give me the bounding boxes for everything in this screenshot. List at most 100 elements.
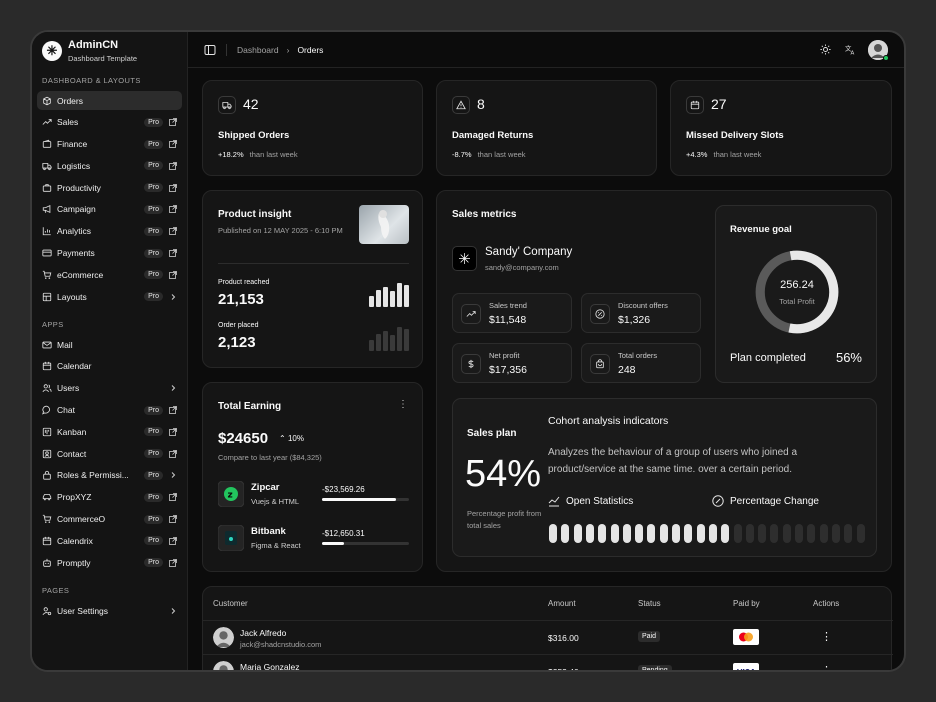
sidebar-item-layouts[interactable]: Layouts Pro (37, 287, 182, 306)
sidebar-item-orders[interactable]: Orders (37, 91, 182, 110)
car-icon (42, 492, 52, 502)
revenue-goal-panel: Revenue goal 256.24 Total Profit Plan co… (715, 205, 877, 383)
chevron-right-icon (169, 384, 177, 392)
earning-item[interactable]: Bitbank Figma & React -$12,650.31 (217, 523, 409, 553)
sidebar-item-contact[interactable]: Contact Pro (37, 444, 182, 463)
stat-card: 8 Damaged Returns -8.7% than last week (436, 80, 657, 176)
dollar-icon (461, 354, 481, 374)
placed-value: 2,123 (218, 334, 256, 351)
progress-pill (585, 524, 594, 543)
metric-tile[interactable]: Net profit $17,356 (452, 343, 572, 383)
column-header[interactable]: Customer (213, 599, 248, 608)
brand[interactable]: ✳ AdminCN Dashboard Template (32, 32, 187, 70)
sidebar-item-finance[interactable]: Finance Pro (37, 135, 182, 154)
theme-toggle-icon[interactable] (820, 44, 831, 55)
sidebar-toggle-icon[interactable] (204, 44, 216, 56)
stat-value: 8 (477, 96, 485, 112)
more-options-icon[interactable]: ⋮ (398, 399, 408, 410)
stat-delta-value: +18.2% (218, 150, 244, 159)
sidebar-item-ecommerce[interactable]: eCommerce Pro (37, 265, 182, 284)
sidebar-item-analytics[interactable]: Analytics Pro (37, 222, 182, 241)
sidebar-item-kanban[interactable]: Kanban Pro (37, 422, 182, 441)
reached-label: Product reached (218, 279, 270, 286)
chevron-right-icon (169, 607, 177, 615)
pro-badge: Pro (144, 204, 163, 214)
row-actions-icon[interactable]: ⋮ (821, 664, 832, 670)
external-link-icon (169, 118, 177, 127)
percentage-change[interactable]: Percentage Change (712, 495, 819, 507)
brand-subtitle: Dashboard Template (68, 54, 138, 63)
metric-label: Discount offers (618, 301, 668, 310)
mail-icon (42, 340, 52, 350)
sidebar-item-mail[interactable]: Mail (37, 335, 182, 354)
row-actions-icon[interactable]: ⋮ (821, 630, 832, 643)
sidebar-item-label: Promptly (57, 557, 91, 568)
progress-pill (549, 524, 557, 543)
sidebar-item-users[interactable]: Users (37, 379, 182, 398)
svg-text:z: z (228, 491, 233, 501)
metric-tile[interactable]: Total orders 248 (581, 343, 701, 383)
earning-amount: $24650 (218, 430, 269, 447)
lock-icon (42, 470, 52, 481)
sidebar-item-calendrix[interactable]: Calendrix Pro (37, 531, 182, 550)
sidebar-item-sales[interactable]: Sales Pro (37, 113, 182, 132)
company-name: Sandy' Company (485, 246, 573, 258)
progress-pill (561, 524, 570, 543)
metric-tile[interactable]: Discount offers $1,326 (581, 293, 701, 333)
sidebar-item-roles-permissi[interactable]: Roles & Permissi... Pro (37, 466, 182, 485)
progress-pill (635, 524, 644, 543)
sidebar-item-promptly[interactable]: Promptly Pro (37, 553, 182, 572)
progress-pill (758, 524, 767, 543)
stat-label: Shipped Orders (218, 130, 290, 141)
sidebar-item-productivity[interactable]: Productivity Pro (37, 178, 182, 197)
progress-pill (622, 524, 631, 543)
sidebar-item-calendar[interactable]: Calendar (37, 357, 182, 376)
apps-nav: Mail Calendar Users Chat Pro Kanban Pro Contact… (32, 335, 187, 572)
sidebar-item-label: Chat (57, 405, 75, 416)
contact-icon (42, 449, 52, 459)
brand-name: AdminCN (68, 39, 119, 51)
earning-item[interactable]: z Zipcar Vuejs & HTML -$23,569.26 (217, 479, 409, 509)
arrow-up-icon: ⌃ (279, 434, 288, 443)
table-row[interactable]: Jack Alfredo jack@shadcnstudio.com $316.00… (203, 621, 893, 655)
sidebar-item-label: CommerceO (57, 514, 106, 525)
sidebar-item-label: eCommerce (57, 269, 104, 280)
external-link-icon (169, 227, 177, 236)
stat-delta-value: -8.7% (452, 150, 472, 159)
amount-cell: $316.00 (548, 633, 579, 643)
language-icon[interactable]: 文A (845, 44, 856, 55)
sidebar-item-commerceo[interactable]: CommerceO Pro (37, 510, 182, 529)
company-email: sandy@company.com (485, 263, 559, 272)
breadcrumb-dashboard[interactable]: Dashboard (237, 45, 279, 55)
external-link-icon (169, 161, 177, 170)
user-avatar[interactable] (868, 39, 889, 61)
bag-icon (590, 354, 610, 374)
visa-icon: VISA (733, 663, 759, 670)
stat-delta-note: than last week (249, 150, 298, 159)
sidebar-item-label: Campaign (57, 204, 96, 215)
sidebar-item-chat[interactable]: Chat Pro (37, 401, 182, 420)
table-row[interactable]: Maria Gonzalez $253.40 Pending VISA ⋮ (203, 655, 893, 670)
stat-delta-value: +4.3% (686, 150, 708, 159)
sidebar-item-logistics[interactable]: Logistics Pro (37, 156, 182, 175)
sidebar-item-user-settings[interactable]: User Settings (37, 601, 182, 620)
external-link-icon (169, 140, 177, 148)
sidebar-item-campaign[interactable]: Campaign Pro (37, 200, 182, 219)
sidebar-item-propxyz[interactable]: PropXYZ Pro (37, 488, 182, 507)
reached-value: 21,153 (218, 291, 264, 308)
pro-badge: Pro (144, 270, 163, 280)
metric-value: $17,356 (489, 364, 527, 376)
column-header[interactable]: Amount (548, 599, 576, 608)
bot-icon (42, 558, 52, 568)
column-header[interactable]: Actions (813, 599, 839, 608)
open-statistics[interactable]: Open Statistics (548, 495, 633, 507)
metric-tile[interactable]: Sales trend $11,548 (452, 293, 572, 333)
column-header[interactable]: Paid by (733, 599, 760, 608)
sidebar-item-payments[interactable]: Payments Pro (37, 244, 182, 263)
status-badge: Paid (638, 631, 661, 642)
chart-bar (369, 296, 374, 307)
column-header[interactable]: Status (638, 599, 661, 608)
chat-icon (42, 405, 52, 415)
breadcrumb-current: Orders (297, 44, 324, 55)
card-icon (42, 248, 52, 258)
